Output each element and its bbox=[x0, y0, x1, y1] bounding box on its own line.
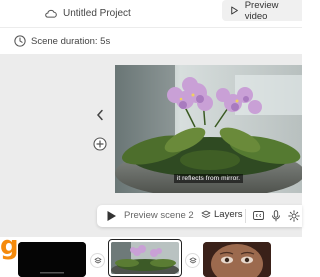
scene-thumbnail-2-selected[interactable] bbox=[108, 239, 182, 277]
scene-thumbnail-image bbox=[18, 242, 86, 277]
scene-preview[interactable]: it reflects from mirror. bbox=[115, 65, 302, 193]
top-bar: Untitled Project Preview video bbox=[0, 0, 302, 28]
scene-controls: Preview scene 2 Layers bbox=[97, 205, 302, 227]
play-outline-icon bbox=[231, 6, 238, 15]
transition-button[interactable] bbox=[185, 253, 200, 268]
layers-label: Layers bbox=[214, 209, 243, 220]
preview-video-button[interactable]: Preview video bbox=[222, 0, 302, 22]
project-title: Untitled Project bbox=[63, 7, 131, 19]
play-icon[interactable] bbox=[106, 210, 117, 222]
transition-icon bbox=[94, 256, 101, 263]
scene-subtitle-text: it reflects from mirror. bbox=[173, 174, 244, 183]
chevron-left-icon[interactable] bbox=[95, 109, 105, 121]
scene-duration-label: Scene duration: 5s bbox=[31, 35, 111, 47]
scene-subtitle[interactable]: it reflects from mirror. bbox=[115, 174, 302, 183]
transition-button[interactable] bbox=[90, 253, 105, 268]
microphone-icon[interactable] bbox=[271, 210, 281, 222]
plus-circle-icon[interactable] bbox=[93, 137, 107, 151]
scene-thumbnail-frame bbox=[111, 242, 179, 274]
cloud-icon bbox=[45, 9, 57, 18]
brand-logo: g bbox=[0, 231, 19, 261]
scene-thumbnail-1[interactable] bbox=[18, 242, 86, 277]
scene-thumbnail-image bbox=[203, 242, 271, 277]
layers-button[interactable]: Layers bbox=[201, 209, 243, 220]
preview-video-label: Preview video bbox=[244, 0, 279, 22]
project-title-area[interactable]: Untitled Project bbox=[44, 5, 131, 21]
cc-icon[interactable] bbox=[253, 211, 264, 220]
clock-icon bbox=[14, 35, 26, 47]
transition-icon bbox=[189, 256, 196, 263]
scene-thumbnail-image bbox=[111, 242, 179, 274]
scene-duration[interactable]: Scene duration: 5s bbox=[0, 29, 302, 53]
divider bbox=[245, 209, 246, 223]
scene-thumbnail-3[interactable] bbox=[203, 242, 271, 277]
preview-scene-button[interactable]: Preview scene 2 bbox=[124, 210, 194, 221]
layers-icon bbox=[201, 210, 211, 218]
gear-icon[interactable] bbox=[288, 210, 300, 222]
